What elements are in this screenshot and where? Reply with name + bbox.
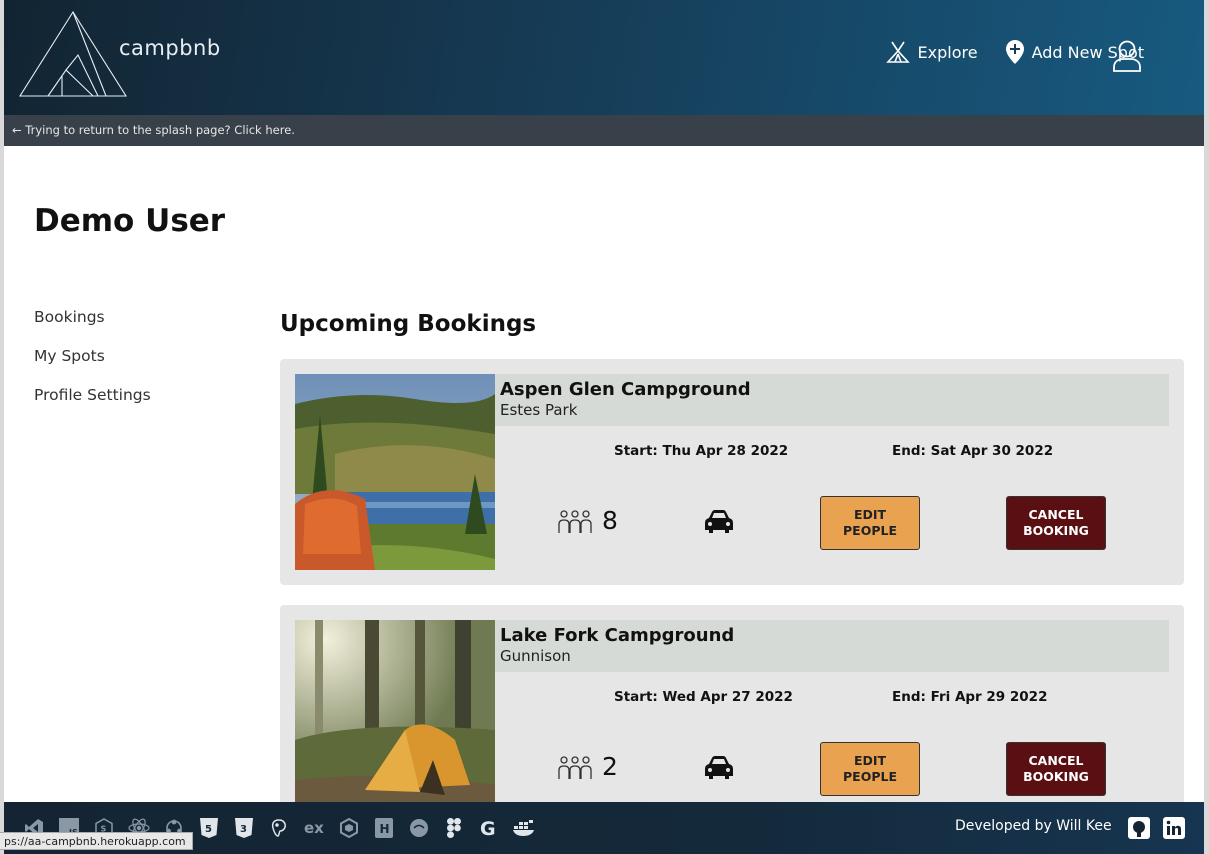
svg-text:3: 3 <box>240 824 247 835</box>
booking-card: Lake Fork Campground Gunnison Start: Wed… <box>280 605 1184 831</box>
booking-card: Aspen Glen Campground Estes Park Start: … <box>280 359 1184 585</box>
edit-people-button[interactable]: EDIT PEOPLE <box>820 742 920 796</box>
nav-links: Explore Add New Spot <box>885 40 1144 64</box>
booking-end-date: End: Fri Apr 29 2022 <box>892 689 1048 705</box>
status-bar-url: ps://aa-campbnb.herokuapp.com <box>0 832 193 850</box>
booking-header: Aspen Glen Campground Estes Park <box>495 374 1169 426</box>
figma-icon[interactable] <box>442 816 466 840</box>
user-profile-icon[interactable] <box>1112 40 1142 72</box>
tent-icon <box>885 41 910 63</box>
svg-text:H: H <box>380 822 390 836</box>
campbnb-logo-icon[interactable] <box>18 10 128 98</box>
top-navbar: campbnb Explore Add New Spot <box>4 0 1204 115</box>
people-count: 2 <box>602 752 618 781</box>
explore-link[interactable]: Explore <box>885 41 978 63</box>
css3-icon[interactable]: 3 <box>232 816 256 840</box>
sidebar-item-my-spots[interactable]: My Spots <box>34 347 151 386</box>
express-icon[interactable]: ex <box>302 816 326 840</box>
brand-name[interactable]: campbnb <box>119 36 221 60</box>
sidebar-item-bookings[interactable]: Bookings <box>34 308 151 347</box>
campground-location: Gunnison <box>500 647 571 665</box>
page-title: Demo User <box>34 203 226 239</box>
edit-people-button[interactable]: EDIT PEOPLE <box>820 496 920 550</box>
people-count: 8 <box>602 506 618 535</box>
car-icon <box>705 756 733 779</box>
people-group-icon <box>558 510 592 533</box>
github-icon[interactable] <box>1128 817 1150 839</box>
profile-sidebar: Bookings My Spots Profile Settings <box>34 308 151 425</box>
svg-text:5: 5 <box>205 824 212 835</box>
campground-photo[interactable] <box>295 620 495 816</box>
cancel-booking-button[interactable]: CANCEL BOOKING <box>1006 496 1106 550</box>
heroku-icon[interactable]: H <box>372 816 396 840</box>
booking-start-date: Start: Thu Apr 28 2022 <box>614 443 789 459</box>
git-icon[interactable] <box>407 816 431 840</box>
developer-credit: Developed by Will Kee <box>955 818 1112 834</box>
booking-end-date: End: Sat Apr 30 2022 <box>892 443 1054 459</box>
booking-start-date: Start: Wed Apr 27 2022 <box>614 689 793 705</box>
google-icon[interactable]: G <box>477 816 501 840</box>
people-group-icon <box>558 756 592 779</box>
cancel-booking-button[interactable]: CANCEL BOOKING <box>1006 742 1106 796</box>
app-window: campbnb Explore Add New Spot ← Trying to… <box>4 0 1204 854</box>
campground-photo[interactable] <box>295 374 495 570</box>
svg-text:ex: ex <box>304 819 324 837</box>
sidebar-item-profile-settings[interactable]: Profile Settings <box>34 386 151 425</box>
car-icon <box>705 510 733 533</box>
map-pin-plus-icon <box>1005 40 1024 64</box>
section-title: Upcoming Bookings <box>280 311 537 337</box>
explore-label: Explore <box>917 42 978 62</box>
html5-icon[interactable]: 5 <box>197 816 221 840</box>
nodejs-icon[interactable] <box>337 816 361 840</box>
linkedin-icon[interactable] <box>1163 817 1185 839</box>
booking-header: Lake Fork Campground Gunnison <box>495 620 1169 672</box>
campground-name[interactable]: Aspen Glen Campground <box>500 380 1164 400</box>
campground-name[interactable]: Lake Fork Campground <box>500 626 1164 646</box>
splash-page-link[interactable]: ← Trying to return to the splash page? C… <box>4 115 1204 146</box>
postgresql-icon[interactable] <box>267 816 291 840</box>
docker-icon[interactable] <box>512 816 536 840</box>
svg-text:G: G <box>480 818 496 838</box>
campground-location: Estes Park <box>500 401 578 419</box>
